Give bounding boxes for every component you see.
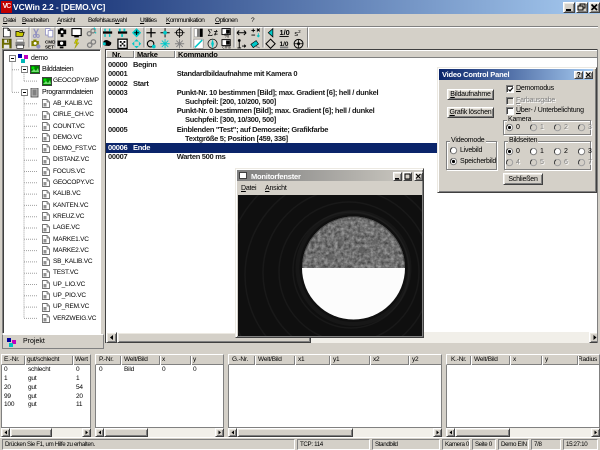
- svg-text:Σ: Σ: [208, 28, 213, 38]
- svg-text:1/0: 1/0: [280, 28, 290, 37]
- svg-text:%: %: [224, 33, 229, 39]
- svg-text:2: 2: [298, 29, 301, 34]
